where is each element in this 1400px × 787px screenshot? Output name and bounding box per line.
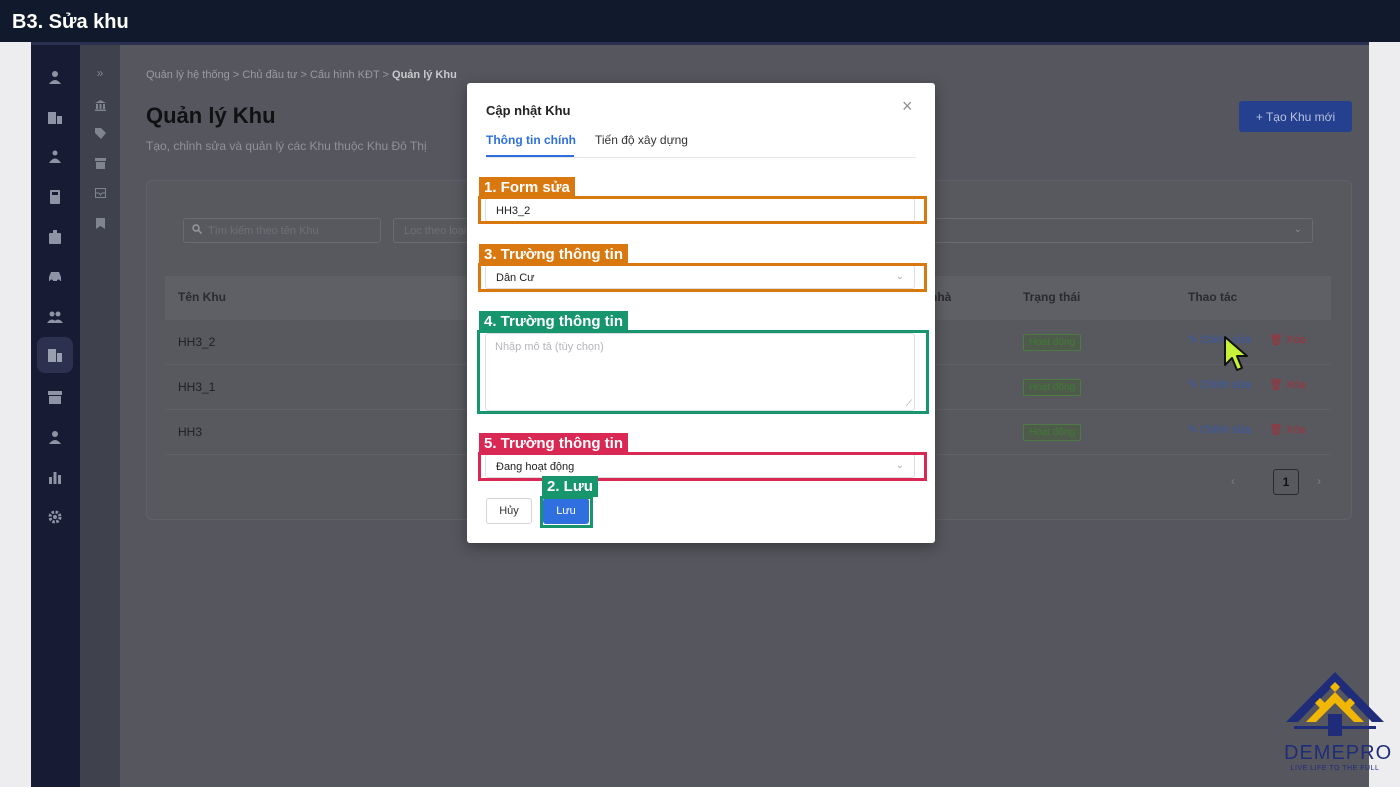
page-number-button[interactable]: 1 (1273, 469, 1299, 495)
apartment-icon[interactable] (37, 337, 73, 373)
status-badge: Hoạt động (1023, 424, 1082, 441)
next-page-button[interactable]: › (1317, 474, 1321, 488)
annotation-save: 2. Lưu (542, 476, 598, 497)
icon-rail (31, 45, 80, 787)
delete-button[interactable]: 🗑 Xóa (1269, 423, 1306, 436)
breadcrumb-current: Quản lý Khu (392, 69, 457, 81)
bookmark-icon[interactable] (92, 215, 108, 231)
expand-icon[interactable]: » (92, 65, 108, 81)
status-badge: Hoạt động (1023, 334, 1082, 351)
highlight-save (540, 496, 593, 528)
store-icon[interactable] (45, 387, 65, 407)
tab-construction-progress[interactable]: Tiến độ xây dựng (595, 133, 688, 147)
calculator-icon[interactable] (45, 187, 65, 207)
pencil-icon: ✎ (1188, 334, 1201, 346)
luggage-icon[interactable] (45, 227, 65, 247)
col-actions: Thao tác (1188, 290, 1238, 304)
shop-icon[interactable] (92, 155, 108, 171)
highlight-field-3 (478, 263, 927, 292)
building-icon[interactable] (45, 107, 65, 127)
status-badge: Hoạt động (1023, 379, 1082, 396)
cancel-button[interactable]: Hủy (486, 498, 532, 524)
handshake-icon[interactable] (45, 147, 65, 167)
tag-icon[interactable] (92, 125, 108, 141)
delete-label: Xóa (1286, 379, 1306, 391)
col-name: Tên Khu (178, 290, 226, 304)
edit-label: Chỉnh sửa (1200, 379, 1252, 391)
breadcrumb-item[interactable]: Chủ đầu tư (242, 69, 297, 81)
zone-name: HH3_2 (178, 335, 216, 349)
highlight-form (478, 196, 927, 224)
users-icon[interactable] (45, 307, 65, 327)
annotation-form: 1. Form sửa (479, 177, 575, 198)
logo-tagline: LIVE LIFE TO THE FULL (1290, 765, 1380, 772)
filter-placeholder: Lọc theo loại (404, 225, 467, 237)
pencil-icon: ✎ (1188, 424, 1201, 436)
search-input[interactable]: Tìm kiếm theo tên Khu (183, 218, 381, 243)
breadcrumb-item[interactable]: Cấu hình KĐT (310, 69, 380, 81)
edit-label: Chỉnh sửa (1200, 424, 1252, 436)
col-status: Trạng thái (1023, 290, 1081, 304)
delete-label: Xóa (1286, 334, 1306, 346)
highlight-field-4 (477, 330, 929, 414)
tab-main-info[interactable]: Thông tin chính (486, 133, 576, 147)
zone-name: HH3 (178, 425, 203, 439)
inbox-icon[interactable] (92, 185, 108, 201)
create-zone-button[interactable]: + Tạo Khu mới (1239, 101, 1352, 132)
page-title: Quản lý Khu (146, 103, 276, 128)
trash-icon: 🗑 (1269, 424, 1287, 436)
delete-label: Xóa (1286, 424, 1306, 436)
edit-button[interactable]: ✎ Chỉnh sửa (1188, 423, 1251, 436)
edit-button[interactable]: ✎ Chỉnh sửa (1188, 378, 1251, 391)
pencil-icon: ✎ (1188, 379, 1201, 391)
search-placeholder: Tìm kiếm theo tên Khu (208, 225, 319, 237)
annotation-field-4: 4. Trường thông tin (479, 311, 629, 332)
step-title: B3. Sửa khu (12, 11, 129, 33)
annotation-field-3: 3. Trường thông tin (479, 244, 629, 265)
prev-page-button[interactable]: ‹ (1231, 474, 1235, 488)
chevron-down-icon: ⌄ (1293, 224, 1302, 235)
modal-title: Cập nhật Khu (486, 103, 571, 118)
demepro-logo: DEMEPRO LIVE LIFE TO THE FULL (1284, 670, 1393, 775)
breadcrumb: Quản lý hệ thống > Chủ đầu tư > Cấu hình… (146, 69, 457, 81)
bank-icon[interactable] (92, 97, 108, 113)
tutorial-header: B3. Sửa khu (0, 0, 1400, 42)
logo-mark-icon (1286, 672, 1384, 736)
gear-icon[interactable] (45, 507, 65, 527)
page-subtitle: Tạo, chỉnh sửa và quản lý các Khu thuộc … (146, 139, 427, 153)
active-tab-indicator (486, 155, 574, 157)
breadcrumb-item[interactable]: Quản lý hệ thống (146, 69, 230, 81)
user-icon[interactable] (45, 67, 65, 87)
person-icon[interactable] (45, 427, 65, 447)
search-icon (192, 224, 202, 237)
close-icon[interactable]: × (902, 97, 913, 115)
logo-brand: DEMEPRO (1284, 742, 1393, 764)
annotation-field-5: 5. Trường thông tin (479, 433, 629, 454)
delete-button[interactable]: 🗑 Xóa (1269, 333, 1306, 346)
sub-sidebar: » (80, 45, 120, 787)
car-icon[interactable] (45, 267, 65, 287)
trash-icon: 🗑 (1269, 379, 1287, 391)
zone-name: HH3_1 (178, 380, 216, 394)
delete-button[interactable]: 🗑 Xóa (1269, 378, 1306, 391)
mouse-cursor-icon (1224, 336, 1248, 371)
trash-icon: 🗑 (1269, 334, 1287, 346)
chart-icon[interactable] (45, 467, 65, 487)
tabs-divider (486, 157, 916, 158)
